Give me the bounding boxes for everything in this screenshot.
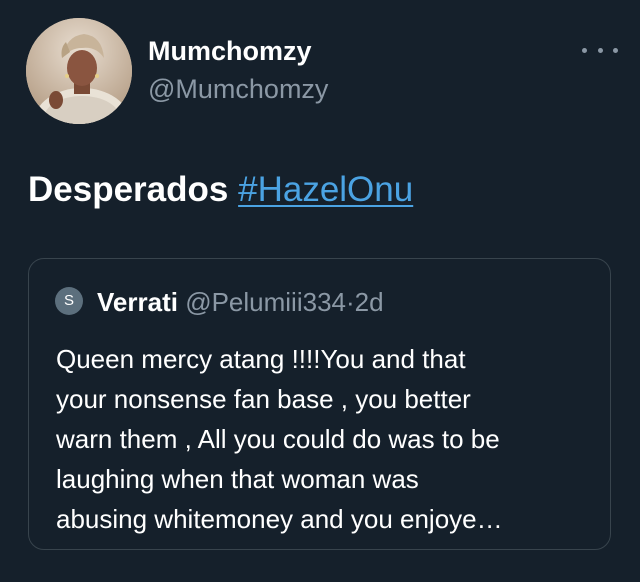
tweet-body: Desperados bbox=[28, 170, 229, 209]
quoted-text-line: Queen mercy atang !!!!You and that bbox=[56, 344, 466, 374]
author-avatar[interactable] bbox=[26, 18, 132, 124]
quoted-author-avatar[interactable]: S bbox=[55, 287, 83, 315]
quoted-text-line: warn them , All you could do was to be bbox=[56, 424, 500, 454]
dot bbox=[613, 47, 618, 53]
hashtag-link[interactable]: #HazelOnu bbox=[238, 170, 413, 209]
quoted-text-line: your nonsense fan base , you better bbox=[56, 384, 471, 414]
dot bbox=[582, 47, 587, 53]
more-options-icon[interactable] bbox=[582, 40, 618, 60]
author-handle[interactable]: @Mumchomzy bbox=[148, 74, 328, 105]
profile-photo-icon bbox=[26, 18, 132, 124]
quoted-text-line: abusing whitemoney and you enjoye… bbox=[56, 504, 503, 534]
quoted-author-name[interactable]: Verrati bbox=[97, 287, 178, 317]
quoted-timestamp[interactable]: 2d bbox=[355, 287, 384, 317]
tweet-text: Desperados #HazelOnu bbox=[28, 170, 413, 210]
author-name[interactable]: Mumchomzy bbox=[148, 36, 312, 67]
quoted-author-handle[interactable]: @Pelumiii334 bbox=[185, 287, 346, 317]
separator-dot: · bbox=[346, 287, 355, 317]
dot bbox=[597, 47, 603, 53]
quoted-tweet-card[interactable]: S Verrati @Pelumiii334·2d Queen mercy at… bbox=[28, 258, 611, 550]
quoted-tweet-header: Verrati @Pelumiii334·2d bbox=[97, 287, 384, 317]
quoted-text-line: laughing when that woman was bbox=[56, 464, 419, 494]
quoted-tweet-text: Queen mercy atang !!!!You and that your … bbox=[56, 339, 601, 539]
